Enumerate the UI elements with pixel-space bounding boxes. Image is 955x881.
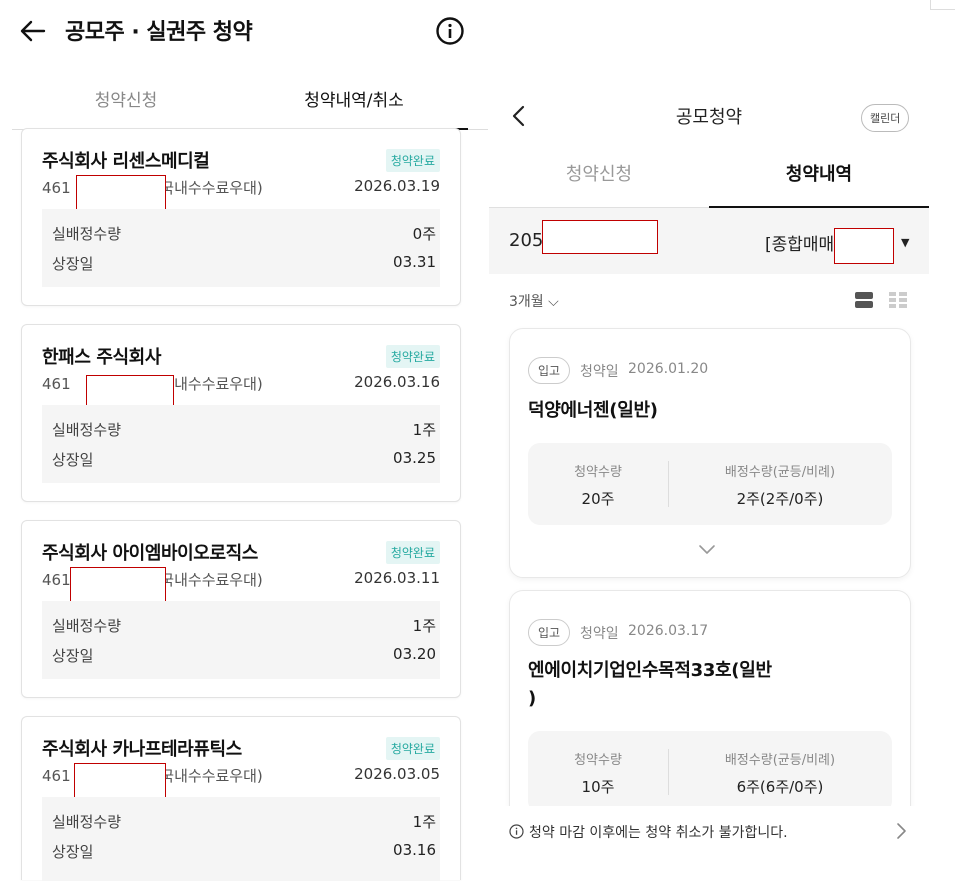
qty-label: 실배정수량 bbox=[52, 813, 122, 831]
company-name: 주식회사 리센스메디컬 bbox=[42, 151, 210, 172]
alloc-value: 6주(6주/0주) bbox=[736, 778, 824, 796]
header: 공모주 · 실권주 청약 bbox=[0, 0, 490, 64]
tab-bar: 청약신청 청약내역 bbox=[489, 156, 929, 208]
left-panel: 공모주 · 실권주 청약 청약신청 청약내역/취소 주식회사 리센스메디컬 청약… bbox=[0, 0, 490, 881]
stat-box: 청약수량 10주 배정수량(균등/비례) 6주(6주/0주) bbox=[528, 731, 892, 813]
qty-label: 실배정수량 bbox=[52, 421, 122, 439]
status-badge: 청약완료 bbox=[385, 345, 440, 368]
company-name: 한패스 주식회사 bbox=[42, 347, 161, 368]
grid-view-icon[interactable] bbox=[889, 291, 907, 309]
alloc-column: 배정수량(균등/비례) 6주(6주/0주) bbox=[668, 731, 892, 813]
status-pill: 입고 bbox=[528, 357, 571, 384]
account-number: 205 bbox=[509, 230, 544, 251]
status-badge: 청약완료 bbox=[385, 149, 440, 172]
info-icon[interactable] bbox=[435, 16, 465, 46]
redaction-box bbox=[542, 220, 658, 254]
qty-value: 20주 bbox=[581, 490, 615, 508]
subscription-date-label: 청약일 bbox=[580, 364, 619, 380]
redaction-box bbox=[76, 175, 166, 211]
redaction-box bbox=[834, 228, 894, 264]
account-type: [종합매매 bbox=[765, 235, 835, 255]
right-panel: 공모청약 캘린더 청약신청 청약내역 205 [종합매매 ▼ 3개월 ⌵ 입고 … bbox=[489, 88, 929, 880]
offering-title: 엔에이치기업인수목적33호(일반 ) bbox=[528, 660, 772, 709]
qty-label: 청약수량 bbox=[574, 465, 622, 480]
allocation-info: 실배정수량 0주 상장일 03.31 bbox=[42, 209, 440, 287]
qty-value: 0주 bbox=[412, 225, 436, 243]
qty-label: 청약수량 bbox=[574, 753, 622, 768]
tab-bar: 청약신청 청약내역/취소 bbox=[12, 82, 488, 130]
listing-date: 03.31 bbox=[393, 253, 436, 271]
listing-date: 03.25 bbox=[393, 449, 436, 467]
allocation-info: 실배정수량 1주 상장일 03.16 bbox=[42, 797, 440, 881]
dropdown-caret-icon[interactable]: ▼ bbox=[901, 236, 909, 249]
company-name: 주식회사 아이엠바이오로직스 bbox=[42, 543, 258, 564]
history-card[interactable]: 입고 청약일 2026.03.17 엔에이치기업인수목적33호(일반 ) 청약수… bbox=[509, 590, 911, 813]
notice-text: 청약 마감 이후에는 청약 취소가 불가합니다. bbox=[529, 825, 788, 841]
qty-value: 1주 bbox=[412, 813, 436, 831]
cancel-notice[interactable]: 청약 마감 이후에는 청약 취소가 불가합니다. bbox=[489, 806, 929, 856]
tab-apply[interactable]: 청약신청 bbox=[489, 156, 709, 208]
alloc-label: 배정수량(균등/비례) bbox=[724, 753, 836, 768]
qty-column: 청약수량 10주 bbox=[528, 731, 668, 813]
status-badge: 청약완료 bbox=[385, 737, 440, 760]
subscription-date: 2026.03.19 bbox=[354, 177, 440, 195]
page-title: 공모주 · 실권주 청약 bbox=[65, 20, 253, 45]
subscription-date: 2026.03.05 bbox=[354, 765, 440, 783]
allocation-info: 실배정수량 1주 상장일 03.20 bbox=[42, 601, 440, 679]
subscription-card[interactable]: 주식회사 아이엠바이오로직스 청약완료 461 탁(국내수수료우대) 2026.0… bbox=[21, 520, 461, 698]
listing-label: 상장일 bbox=[52, 451, 94, 469]
calendar-button[interactable]: 캘린더 bbox=[861, 104, 910, 132]
subscription-date: 2026.03.16 bbox=[354, 373, 440, 391]
qty-column: 청약수량 20주 bbox=[528, 443, 668, 525]
subscription-date: 2026.03.17 bbox=[628, 623, 709, 639]
subscription-card[interactable]: 주식회사 리센스메디컬 청약완료 461 탁(국내수수료우대) 2026.03.1… bbox=[21, 128, 461, 306]
frame-edge bbox=[930, 0, 955, 10]
qty-value: 1주 bbox=[412, 421, 436, 439]
listing-date: 03.20 bbox=[393, 645, 436, 663]
account-selector[interactable]: 205 [종합매매 ▼ bbox=[489, 208, 929, 274]
offering-title: 덕양에너젠(일반) bbox=[528, 400, 658, 421]
qty-value: 1주 bbox=[412, 617, 436, 635]
info-icon bbox=[509, 824, 524, 839]
back-arrow-icon[interactable] bbox=[18, 16, 48, 46]
status-badge: 청약완료 bbox=[385, 541, 440, 564]
redaction-box bbox=[74, 763, 166, 799]
company-name: 주식회사 카나프테라퓨틱스 bbox=[42, 739, 242, 760]
redaction-box bbox=[70, 567, 166, 603]
alloc-label: 배정수량(균등/비례) bbox=[724, 465, 836, 480]
qty-label: 실배정수량 bbox=[52, 225, 122, 243]
listing-label: 상장일 bbox=[52, 647, 94, 665]
tab-apply[interactable]: 청약신청 bbox=[12, 82, 240, 130]
history-card[interactable]: 입고 청약일 2026.01.20 덕양에너젠(일반) 청약수량 20주 배정수… bbox=[509, 328, 911, 578]
qty-label: 실배정수량 bbox=[52, 617, 122, 635]
subscription-date: 2026.03.11 bbox=[354, 569, 440, 587]
allocation-info: 실배정수량 1주 상장일 03.25 bbox=[42, 405, 440, 483]
list-view-icon[interactable] bbox=[855, 291, 873, 309]
subscription-card[interactable]: 한패스 주식회사 청약완료 461 탁(국내수수료우대) 2026.03.16 실… bbox=[21, 324, 461, 502]
listing-label: 상장일 bbox=[52, 843, 94, 861]
chevron-right-icon[interactable] bbox=[895, 822, 907, 840]
alloc-column: 배정수량(균등/비례) 2주(2주/0주) bbox=[668, 443, 892, 525]
chevron-down-icon[interactable] bbox=[697, 543, 717, 557]
alloc-value: 2주(2주/0주) bbox=[736, 490, 824, 508]
tab-history[interactable]: 청약내역 bbox=[709, 156, 929, 208]
listing-date: 03.16 bbox=[393, 841, 436, 859]
listing-label: 상장일 bbox=[52, 255, 94, 273]
stat-box: 청약수량 20주 배정수량(균등/비례) 2주(2주/0주) bbox=[528, 443, 892, 525]
status-pill: 입고 bbox=[528, 619, 571, 646]
subscription-date: 2026.01.20 bbox=[628, 361, 709, 377]
qty-value: 10주 bbox=[581, 778, 615, 796]
period-filter[interactable]: 3개월 ⌵ bbox=[509, 291, 559, 311]
tab-history-cancel[interactable]: 청약내역/취소 bbox=[240, 82, 468, 130]
subscription-date-label: 청약일 bbox=[580, 626, 619, 642]
subscription-card[interactable]: 주식회사 카나프테라퓨틱스 청약완료 461 탁(국내수수료우대) 2026.03… bbox=[21, 716, 461, 881]
